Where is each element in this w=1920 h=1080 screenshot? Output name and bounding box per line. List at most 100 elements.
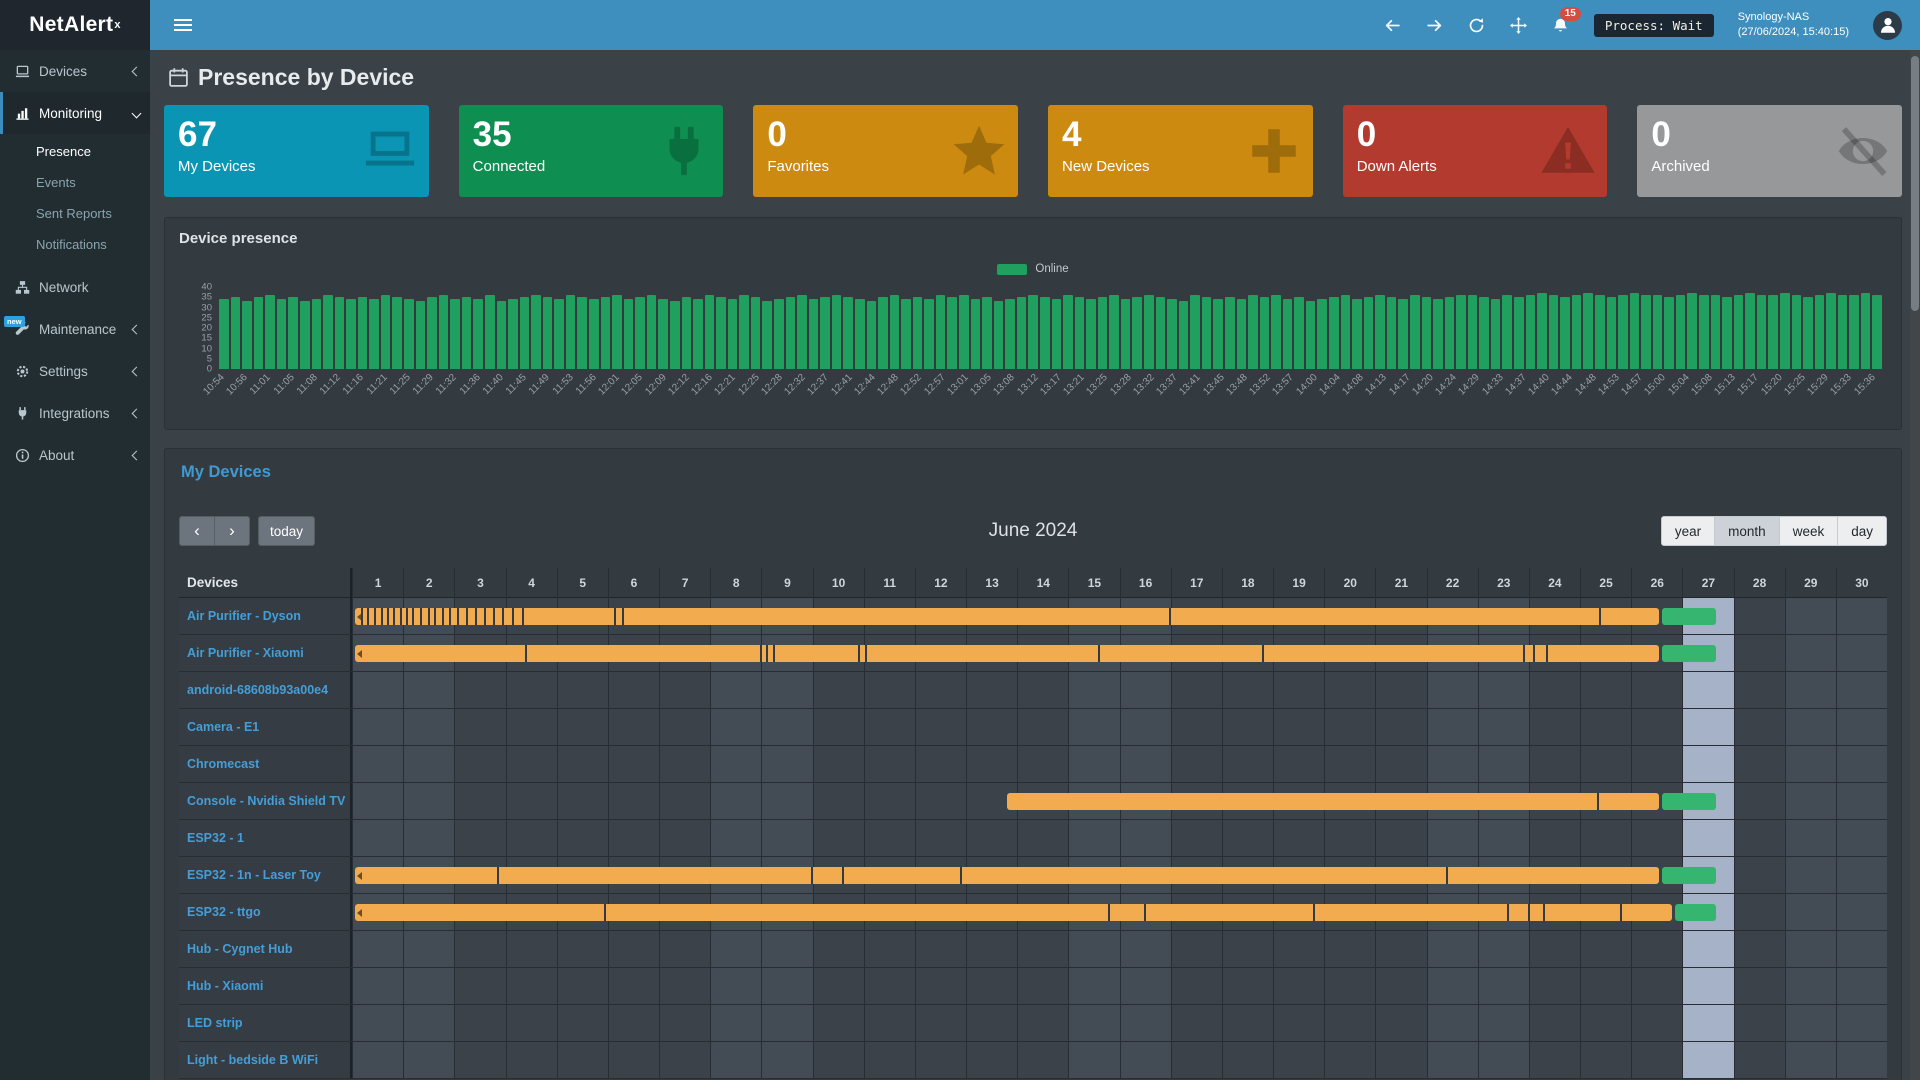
device-name-link[interactable]: LED strip — [179, 1005, 352, 1041]
x-axis-label: 14:04 — [1317, 372, 1342, 397]
stat-card-my-devices[interactable]: 67 My Devices — [164, 105, 429, 197]
day-header: 29 — [1785, 568, 1836, 598]
next-month-button[interactable]: › — [214, 516, 250, 546]
sidebar-item-settings[interactable]: Settings — [0, 350, 150, 392]
presence-bar — [589, 299, 599, 369]
stat-card-new-devices[interactable]: 4 New Devices — [1048, 105, 1313, 197]
view-button-week[interactable]: week — [1779, 516, 1839, 546]
day-cell — [864, 931, 915, 967]
sidebar-item-maintenance[interactable]: new Maintenance — [0, 308, 150, 350]
sidebar-item-label: Maintenance — [39, 322, 124, 337]
day-cell — [1068, 746, 1119, 782]
my-devices-title[interactable]: My Devices — [181, 463, 1887, 482]
presence-segment-now[interactable] — [1662, 867, 1716, 884]
device-name-link[interactable]: Air Purifier - Dyson — [179, 598, 352, 634]
device-name-link[interactable]: Camera - E1 — [179, 709, 352, 745]
presence-segment-now[interactable] — [1662, 608, 1716, 625]
device-name-link[interactable]: Chromecast — [179, 746, 352, 782]
day-cell — [1375, 1005, 1426, 1041]
day-header: 2 — [403, 568, 454, 598]
page-scrollbar[interactable] — [1910, 50, 1920, 1080]
presence-segment-past[interactable] — [355, 904, 1673, 921]
sidebar-toggle-icon[interactable] — [170, 13, 196, 37]
stat-card-connected[interactable]: 35 Connected — [459, 105, 724, 197]
device-name-link[interactable]: Console - Nvidia Shield TV — [179, 783, 352, 819]
process-status[interactable]: Process: Wait — [1594, 14, 1714, 37]
day-cell — [608, 968, 659, 1004]
day-cell — [1529, 672, 1580, 708]
day-cell — [761, 709, 812, 745]
presence-segment-past[interactable] — [355, 645, 1660, 662]
sidebar-item-network[interactable]: Network — [0, 266, 150, 308]
presence-bar — [520, 297, 530, 369]
x-axis-label: 12:48 — [875, 372, 900, 397]
device-name-link[interactable]: Hub - Cygnet Hub — [179, 931, 352, 967]
day-header: 27 — [1682, 568, 1733, 598]
presence-bar — [705, 295, 715, 369]
stat-card-favorites[interactable]: 0 Favorites — [753, 105, 1018, 197]
presence-bar — [924, 299, 934, 369]
presence-bar — [577, 297, 587, 369]
device-name-link[interactable]: Hub - Xiaomi — [179, 968, 352, 1004]
day-cell — [1273, 968, 1324, 1004]
device-name-link[interactable]: android-68608b93a00e4 — [179, 672, 352, 708]
submenu-item-presence[interactable]: Presence — [0, 136, 150, 167]
submenu-item-sent-reports[interactable]: Sent Reports — [0, 198, 150, 229]
presence-segment-now[interactable] — [1675, 904, 1716, 921]
sidebar-item-integrations[interactable]: Integrations — [0, 392, 150, 434]
app-logo[interactable]: NetAlertx — [0, 0, 150, 50]
device-name-link[interactable]: Air Purifier - Xiaomi — [179, 635, 352, 671]
move-icon[interactable] — [1510, 16, 1528, 34]
sidebar-item-about[interactable]: About — [0, 434, 150, 476]
stat-card-down-alerts[interactable]: 0 Down Alerts — [1343, 105, 1608, 197]
day-cell — [966, 709, 1017, 745]
x-axis-label: 13:25 — [1085, 372, 1110, 397]
device-name-link[interactable]: ESP32 - 1 — [179, 820, 352, 856]
x-axis-label: 12:09 — [643, 372, 668, 397]
submenu-item-events[interactable]: Events — [0, 167, 150, 198]
presence-bar — [358, 297, 368, 369]
device-name-link[interactable]: Light - bedside B WiFi — [179, 1042, 352, 1078]
day-cell — [710, 746, 761, 782]
submenu-item-notifications[interactable]: Notifications — [0, 229, 150, 260]
forward-arrow-icon[interactable] — [1426, 16, 1444, 34]
device-name-link[interactable]: ESP32 - 1n - Laser Toy — [179, 857, 352, 893]
today-button[interactable]: today — [258, 516, 315, 546]
refresh-icon[interactable] — [1468, 16, 1486, 34]
presence-segment-now[interactable] — [1662, 793, 1716, 810]
day-cell — [1427, 1005, 1478, 1041]
notifications-bell-icon[interactable]: 15 — [1552, 16, 1570, 34]
view-button-day[interactable]: day — [1837, 516, 1887, 546]
presence-bar — [1422, 297, 1432, 369]
day-cell — [966, 1042, 1017, 1078]
day-cell — [1682, 820, 1733, 856]
day-cell — [813, 672, 864, 708]
presence-bar — [716, 297, 726, 369]
day-cell — [557, 931, 608, 967]
view-button-month[interactable]: month — [1714, 516, 1780, 546]
sidebar-item-monitoring[interactable]: Monitoring — [0, 92, 150, 134]
device-row: Hub - Xiaomi — [179, 968, 1887, 1005]
chart-legend[interactable]: Online — [179, 263, 1887, 275]
presence-bar — [612, 295, 622, 369]
user-avatar[interactable] — [1873, 11, 1902, 40]
presence-bar — [231, 297, 241, 369]
offline-tick — [1313, 904, 1315, 921]
day-cell — [915, 783, 966, 819]
presence-segment-past[interactable] — [1007, 793, 1659, 810]
day-cell — [1836, 857, 1887, 893]
device-name-link[interactable]: ESP32 - ttgo — [179, 894, 352, 930]
day-cell — [1120, 931, 1171, 967]
day-cell — [403, 709, 454, 745]
scrollbar-thumb[interactable] — [1911, 56, 1919, 311]
sidebar-item-devices[interactable]: Devices — [0, 50, 150, 92]
prev-month-button[interactable]: ‹ — [179, 516, 215, 546]
view-button-year[interactable]: year — [1661, 516, 1715, 546]
presence-segment-now[interactable] — [1662, 645, 1716, 662]
presence-segment-past[interactable] — [355, 608, 1660, 625]
back-arrow-icon[interactable] — [1384, 16, 1402, 34]
presence-segment-past[interactable] — [355, 867, 1660, 884]
day-cell — [1017, 968, 1068, 1004]
stat-card-archived[interactable]: 0 Archived — [1637, 105, 1902, 197]
presence-bar — [219, 299, 229, 369]
